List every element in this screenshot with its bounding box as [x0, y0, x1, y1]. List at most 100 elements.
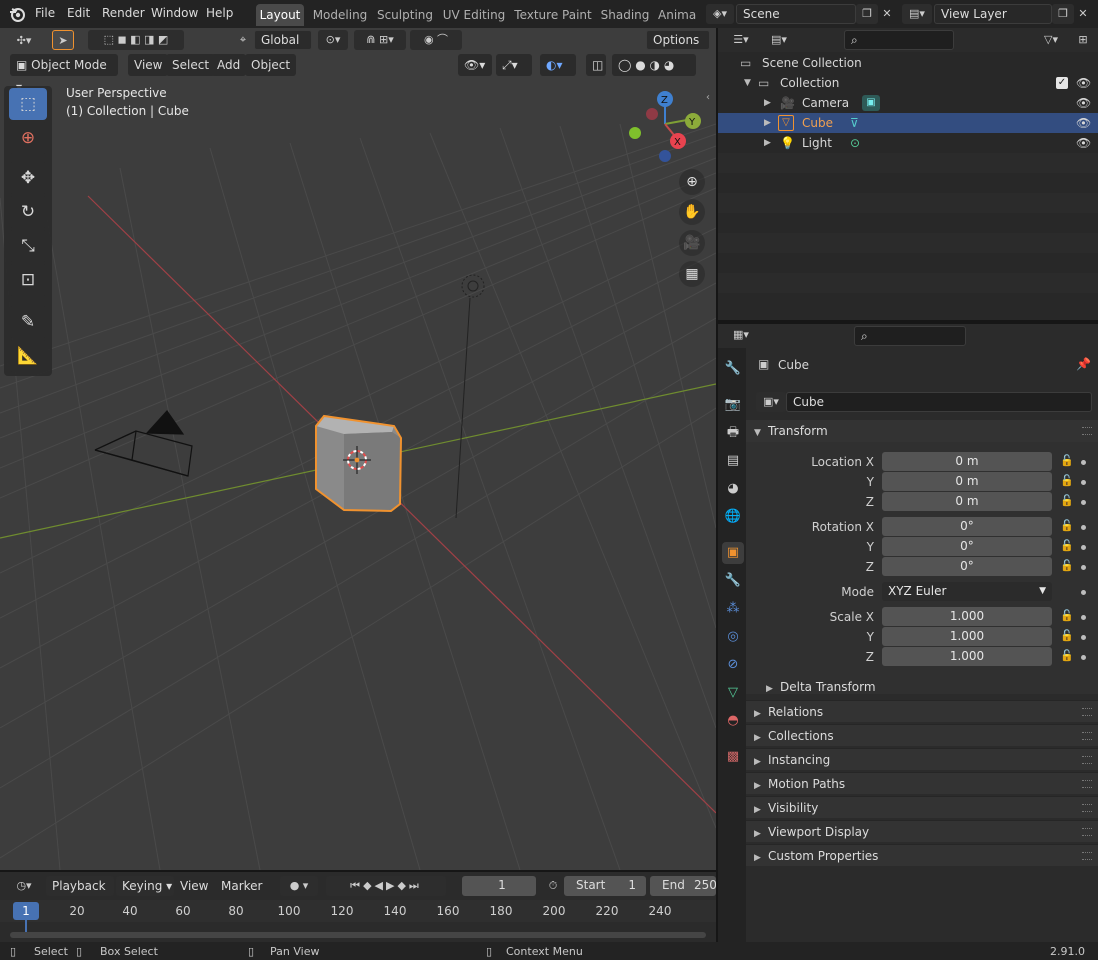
relations-panel-header[interactable]: ▶ Relations	[746, 700, 1098, 722]
delta-transform-header[interactable]: ▶ Delta Transform	[754, 676, 1090, 698]
visibility-eye-icon[interactable]: 👁	[1076, 113, 1091, 133]
viewport-display-panel-header[interactable]: ▶ Viewport Display	[746, 820, 1098, 842]
visibility-eye-icon[interactable]: 👁	[1076, 73, 1091, 93]
outliner-row-camera[interactable]: ▶ 🎥 Camera ▣ 👁	[718, 93, 1098, 113]
keyframe-dot[interactable]	[1081, 460, 1086, 465]
rotation-mode-dropdown[interactable]: XYZ Euler ▼	[882, 582, 1052, 601]
auto-keying-icon[interactable]: ● ▾	[280, 876, 318, 896]
lock-icon[interactable]: 🔓	[1060, 494, 1074, 507]
location-z-field[interactable]: 0 m	[882, 492, 1052, 511]
select-box-tool-icon[interactable]: ⬚	[9, 88, 47, 120]
drag-grip-icon[interactable]	[1082, 427, 1092, 435]
keyframe-dot[interactable]	[1081, 525, 1086, 530]
scale-x-field[interactable]: 1.000	[882, 607, 1052, 626]
transform-panel-header[interactable]: ▼ Transform	[746, 420, 1098, 442]
lock-icon[interactable]: 🔓	[1060, 649, 1074, 662]
lock-icon[interactable]: 🔓	[1060, 454, 1074, 467]
location-y-field[interactable]: 0 m	[882, 472, 1052, 491]
viewport-menu-add[interactable]: Add	[211, 54, 247, 76]
location-x-field[interactable]: 0 m	[882, 452, 1052, 471]
tab-uv-editing[interactable]: UV Editing	[441, 4, 507, 26]
motion-paths-panel-header[interactable]: ▶ Motion Paths	[746, 772, 1098, 794]
pin-icon[interactable]: 📌	[1076, 357, 1091, 371]
rotate-tool-icon[interactable]: ↻	[9, 196, 47, 228]
sidebar-toggle-icon[interactable]: ‹	[706, 92, 710, 103]
delete-scene-icon[interactable]: ✕	[876, 4, 898, 24]
filter-icon[interactable]: ▽▾	[1036, 30, 1066, 50]
expand-chevron-icon[interactable]: ▼	[744, 73, 751, 93]
scene-tab-icon[interactable]: ◕	[722, 478, 744, 500]
object-browse-icon[interactable]: ▣▾	[756, 392, 786, 412]
lock-icon[interactable]: 🔓	[1060, 609, 1074, 622]
snap-icon[interactable]: ⋒ ⊞▾	[354, 30, 406, 50]
outliner-row-scene-collection[interactable]: ▭ Scene Collection	[718, 53, 1098, 73]
expand-chevron-icon[interactable]: ▶	[764, 93, 771, 113]
lock-icon[interactable]: 🔓	[1060, 539, 1074, 552]
blender-logo-icon[interactable]	[8, 5, 26, 23]
overlays-icon[interactable]: ◐▾	[540, 54, 576, 76]
outliner-row-light[interactable]: ▶ 💡 Light ⊙ 👁	[718, 133, 1098, 153]
expand-chevron-icon[interactable]: ▶	[764, 133, 771, 153]
exclude-checkbox[interactable]: ✓	[1056, 77, 1068, 89]
playback-controls-icons[interactable]: ⏮◆◀▶◆⏭	[326, 876, 446, 896]
camera-data-icon[interactable]: ▣	[862, 95, 880, 111]
menu-edit[interactable]: Edit	[67, 6, 90, 20]
view-layer-tab-icon[interactable]: ▤	[722, 450, 744, 472]
object-tab-icon[interactable]: ▣	[722, 542, 744, 564]
move-tool-icon[interactable]: ✥	[9, 162, 47, 194]
selection-mode-icons[interactable]: ⬚ ◼ ◧ ◨ ◩	[88, 30, 184, 50]
properties-editor-icon[interactable]: ▦▾	[726, 325, 756, 345]
scene-name-field[interactable]: Scene	[736, 4, 856, 24]
drag-grip-icon[interactable]	[1082, 780, 1092, 788]
lock-icon[interactable]: 🔓	[1060, 519, 1074, 532]
perspective-toggle-icon[interactable]: ▦	[679, 261, 705, 287]
outliner-row-cube[interactable]: ▶ ▽ Cube ⊽ 👁	[718, 113, 1098, 133]
preview-range-icon[interactable]: ⏱	[542, 876, 564, 896]
properties-search-input[interactable]: ⌕	[854, 326, 966, 346]
tab-animation[interactable]: Anima	[658, 4, 698, 26]
timeline-editor-icon[interactable]: ◷▾	[8, 876, 40, 896]
drag-grip-icon[interactable]	[1082, 708, 1092, 716]
new-scene-icon[interactable]: ❐	[856, 4, 878, 24]
light-object[interactable]	[455, 274, 485, 519]
particles-tab-icon[interactable]: ⁂	[722, 598, 744, 620]
visibility-eye-icon[interactable]: 👁	[1076, 133, 1091, 153]
drag-grip-icon[interactable]	[1082, 756, 1092, 764]
playback-menu[interactable]: Playback ▾	[46, 876, 114, 913]
viewport-menu-object[interactable]: Object	[245, 54, 297, 76]
collections-panel-header[interactable]: ▶ Collections	[746, 724, 1098, 746]
rotation-y-field[interactable]: 0°	[882, 537, 1052, 556]
new-view-layer-icon[interactable]: ❐	[1052, 4, 1074, 24]
keyframe-dot[interactable]	[1081, 565, 1086, 570]
new-collection-icon[interactable]: ⊞	[1072, 30, 1094, 50]
cube-object[interactable]	[315, 414, 403, 513]
rotation-x-field[interactable]: 0°	[882, 517, 1052, 536]
instancing-panel-header[interactable]: ▶ Instancing	[746, 748, 1098, 770]
transform-orientation-dropdown[interactable]: Global	[254, 30, 312, 50]
proportional-editing-icon[interactable]: ◉ ⌒	[410, 30, 462, 50]
tab-modeling[interactable]: Modeling	[311, 4, 369, 26]
render-tab-icon[interactable]: 📷	[722, 394, 744, 416]
modifier-tab-icon[interactable]: 🔧	[722, 570, 744, 592]
tab-layout[interactable]: Layout	[256, 4, 304, 26]
timeline-menu-view[interactable]: View	[180, 876, 208, 896]
scale-z-field[interactable]: 1.000	[882, 647, 1052, 666]
end-frame-field[interactable]: End 250	[650, 876, 716, 896]
visibility-panel-header[interactable]: ▶ Visibility	[746, 796, 1098, 818]
keying-menu[interactable]: Keying ▾	[116, 876, 174, 896]
pan-hand-icon[interactable]: ✋	[679, 199, 705, 225]
camera-view-icon[interactable]: 🎥	[679, 230, 705, 256]
3d-viewport[interactable]: ✣▾ ➤ ⬚ ◼ ◧ ◨ ◩ ⌖ Global ⊙▾ ⋒ ⊞▾ ◉ ⌒ Opti…	[0, 28, 716, 870]
outliner-row-collection[interactable]: ▼ ▭ Collection ✓ 👁	[718, 73, 1098, 93]
shading-mode-icons[interactable]: ◯ ● ◑ ◕	[612, 54, 696, 76]
pivot-point-icon[interactable]: ⊙▾	[318, 30, 348, 50]
keyframe-dot[interactable]	[1081, 615, 1086, 620]
drag-grip-icon[interactable]	[1082, 828, 1092, 836]
keyframe-dot[interactable]	[1081, 655, 1086, 660]
cursor-tool-icon[interactable]: ⊕	[9, 122, 47, 154]
drag-grip-icon[interactable]	[1082, 852, 1092, 860]
select-tool-icon[interactable]: ➤	[52, 30, 74, 50]
editor-type-icon[interactable]: ✣▾	[8, 31, 40, 51]
drag-grip-icon[interactable]	[1082, 732, 1092, 740]
world-tab-icon[interactable]: 🌐	[722, 506, 744, 528]
